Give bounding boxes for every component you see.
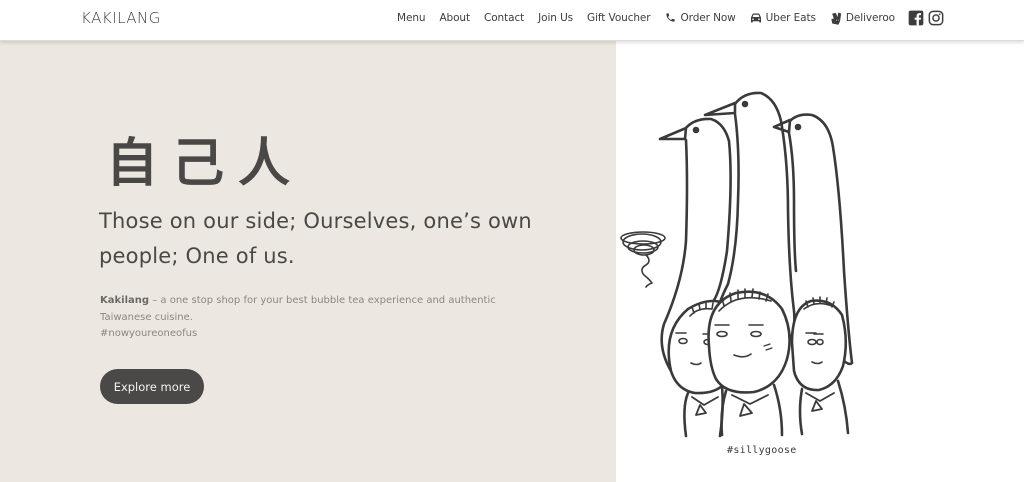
nav-contact[interactable]: Contact (484, 12, 524, 24)
facebook-link[interactable] (908, 10, 924, 26)
nav-gift-voucher[interactable]: Gift Voucher (587, 12, 651, 24)
nav-about-label: About (439, 12, 470, 24)
nav-join-us-label: Join Us (538, 12, 574, 24)
geese-illustration (620, 91, 854, 438)
nav-order-now-label: Order Now (680, 12, 736, 24)
nav-deliveroo[interactable]: Deliveroo (830, 12, 895, 25)
deliveroo-icon (830, 12, 842, 25)
hero-left-panel: 自己人 Those on our side; Ourselves, one’s … (0, 41, 616, 482)
explore-more-button[interactable]: Explore more (100, 369, 204, 404)
instagram-link[interactable] (928, 10, 944, 26)
nav-menu[interactable]: Menu (397, 12, 426, 24)
nav-order-now[interactable]: Order Now (665, 12, 736, 24)
facebook-icon (908, 10, 924, 26)
instagram-icon (928, 10, 944, 26)
nav-deliveroo-label: Deliveroo (845, 12, 895, 24)
kid-face-center (707, 288, 791, 437)
main-nav: Menu About Contact Join Us Gift Voucher … (397, 0, 944, 36)
scribble-icon (620, 231, 666, 288)
nav-join-us[interactable]: Join Us (538, 12, 573, 24)
nav-contact-label: Contact (483, 12, 525, 24)
car-icon (750, 12, 762, 24)
site-logo[interactable]: KAKILANG (81, 9, 161, 27)
nav-about[interactable]: About (439, 12, 470, 24)
description-text: – a one stop shop for your best bubble t… (100, 295, 496, 323)
hero-cjk-heading: 自己人 (106, 134, 305, 194)
brand-name: Kakilang (100, 295, 150, 306)
kid-face-right (790, 296, 850, 436)
nav-uber-eats-label: Uber Eats (765, 12, 816, 24)
site-header: KAKILANG Menu About Contact Join Us Gift… (0, 0, 1024, 41)
nav-uber-eats[interactable]: Uber Eats (750, 12, 816, 24)
nav-menu-label: Menu (397, 12, 426, 24)
hero-description: Kakilang – a one stop shop for your best… (100, 293, 530, 343)
hero-right-panel: #sillygoose (616, 41, 1024, 482)
illustration-caption: #sillygoose (727, 445, 797, 456)
nav-gift-voucher-label: Gift Voucher (587, 12, 651, 24)
hashtag-text: #nowyoureoneofus (100, 328, 198, 339)
hero-tagline: Those on our side; Ourselves, one’s own … (99, 209, 532, 268)
phone-icon (665, 12, 677, 24)
